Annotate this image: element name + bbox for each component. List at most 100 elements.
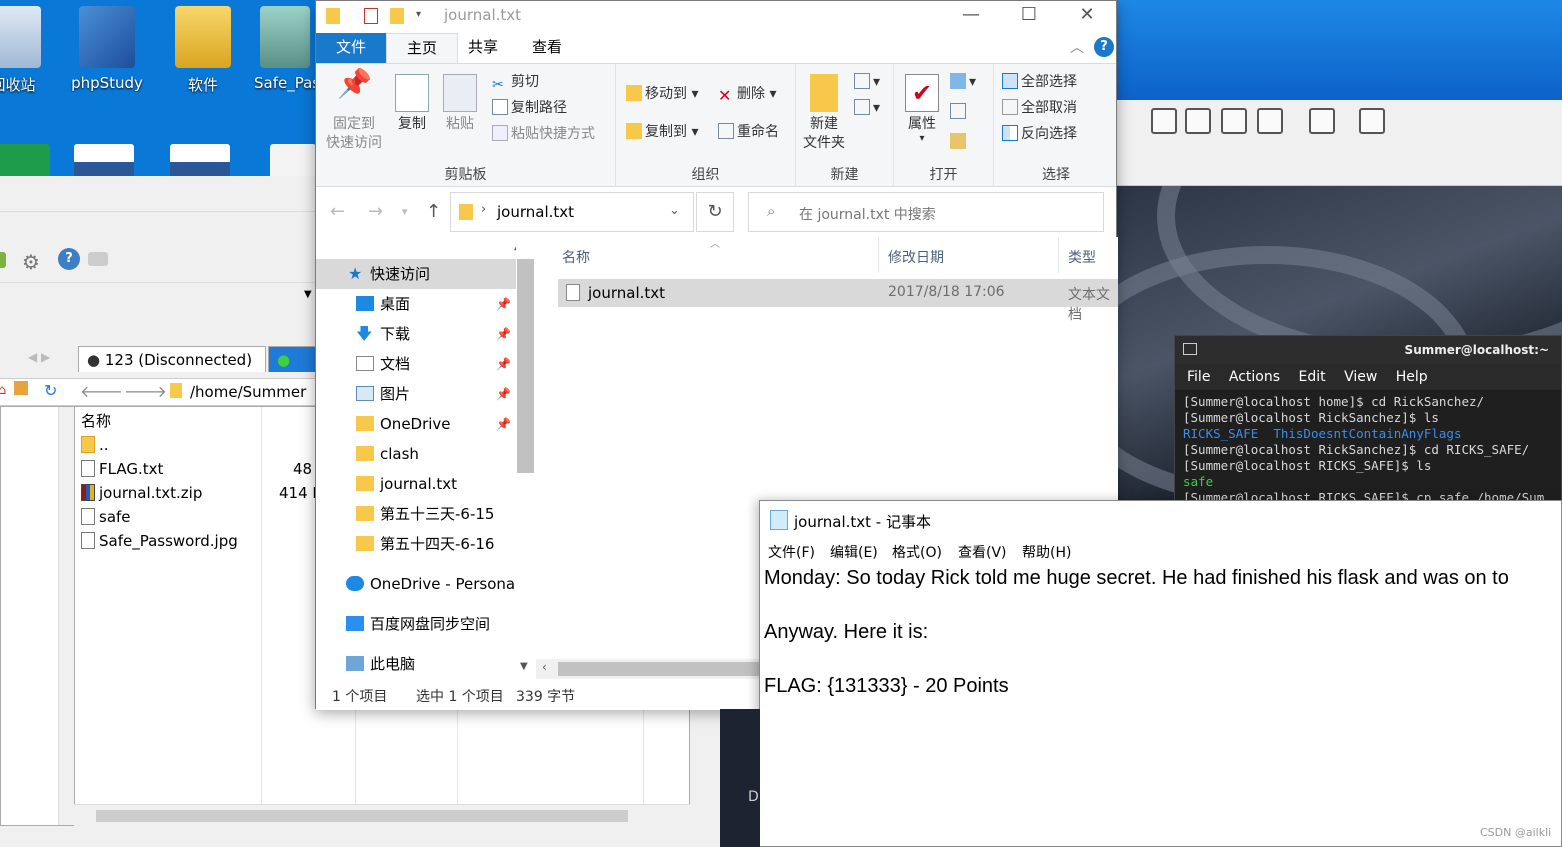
refresh-icon[interactable]: ↻ [44, 381, 57, 400]
table-row[interactable]: safe [81, 505, 131, 529]
tab-view[interactable]: 查看 [512, 33, 582, 63]
layout-bottom-icon[interactable] [1185, 108, 1211, 134]
nav-scrollbar[interactable]: ▼ [516, 237, 536, 679]
terminal-titlebar[interactable]: Summer@localhost:~ [1175, 336, 1561, 364]
forward-icon[interactable]: 🡒 [124, 381, 167, 401]
paste-button[interactable]: 粘贴 [440, 74, 480, 134]
move-to-button[interactable]: 移动到 ▾ [626, 82, 698, 106]
notepad-menu-view[interactable]: 查看(V) [958, 542, 1007, 562]
chevron-down-icon[interactable]: ▼ [304, 289, 312, 300]
new-folder-button[interactable]: 新建 文件夹 [800, 74, 848, 153]
folder-home-icon[interactable] [14, 381, 28, 395]
text-file-icon[interactable] [270, 144, 316, 176]
console-icon[interactable] [1309, 108, 1335, 134]
up-icon[interactable]: ↑ [426, 201, 441, 222]
desktop-icon-recycle-bin[interactable]: 回收站 [0, 0, 56, 100]
paste-shortcut-button[interactable]: 粘贴快捷方式 [492, 122, 595, 146]
table-row[interactable]: FLAG.txt 48 E [81, 457, 326, 481]
notepad-menu-format[interactable]: 格式(O) [892, 542, 942, 562]
table-row[interactable]: .. [81, 433, 109, 457]
notepad-menu-edit[interactable]: 编辑(E) [830, 542, 878, 562]
excel-file-icon[interactable] [0, 144, 50, 176]
scroll-left-icon[interactable]: ‹ [542, 660, 547, 674]
pin-icon[interactable]: 📌 [496, 319, 511, 349]
back-icon[interactable]: 🡐 [80, 381, 123, 401]
nav-onedrive-folder[interactable]: OneDrive 📌 [316, 409, 516, 439]
easy-access-button[interactable]: ▾ [854, 96, 880, 120]
stretch-icon[interactable] [1359, 108, 1385, 134]
delete-button[interactable]: ✕ 删除 ▾ [718, 82, 776, 106]
help-icon[interactable]: ? [58, 248, 80, 270]
chevron-down-icon[interactable]: ▾ [416, 9, 421, 20]
help-icon[interactable]: ? [1094, 37, 1114, 57]
column-header-modified[interactable]: 修改日期 [888, 247, 944, 267]
column-header-name[interactable]: 名称 [81, 409, 111, 433]
chevron-right-icon[interactable]: › [481, 202, 486, 217]
terminal-menu-edit[interactable]: Edit [1298, 369, 1325, 385]
pin-icon[interactable]: 📌 [496, 349, 511, 379]
table-row[interactable]: Safe_Password.jpg [81, 529, 238, 553]
notepad-menu-file[interactable]: 文件(F) [768, 542, 815, 562]
word-file-icon[interactable] [74, 144, 134, 176]
properties-button[interactable]: ✔ 属性 ▾ [902, 74, 942, 144]
pin-icon[interactable]: 📌 [496, 379, 511, 409]
pin-icon[interactable]: 📌 [496, 409, 511, 439]
refresh-button[interactable]: ↻ [696, 192, 734, 232]
gear-icon[interactable]: ⚙ [22, 250, 40, 274]
search-input[interactable]: ⌕ 在 journal.txt 中搜索 [748, 192, 1104, 232]
history-button[interactable] [950, 130, 969, 154]
nav-clash[interactable]: clash [316, 439, 516, 469]
terminal-menu-view[interactable]: View [1344, 369, 1377, 385]
cut-button[interactable]: ✂ 剪切 [492, 70, 539, 94]
xftp-tab-disconnected[interactable]: ● 123 (Disconnected) [78, 346, 266, 372]
xftp-tab-active[interactable]: ● 192 [268, 346, 316, 395]
pin-icon[interactable]: 📌 [496, 289, 511, 319]
nav-downloads[interactable]: 🡇 下载 📌 [316, 319, 516, 349]
copy-path-button[interactable]: 复制路径 [492, 96, 567, 120]
collapse-ribbon-icon[interactable]: ︿ [1070, 37, 1084, 57]
new-folder-qat-icon[interactable] [390, 8, 404, 24]
scrollbar-thumb[interactable] [558, 662, 778, 676]
edit-button[interactable] [950, 100, 969, 124]
copy-button[interactable]: 复制 [392, 74, 432, 134]
fullscreen-icon[interactable] [1221, 108, 1247, 134]
properties-qat-icon[interactable] [364, 8, 378, 24]
nav-pictures[interactable]: 图片 📌 [316, 379, 516, 409]
back-icon[interactable]: ← [330, 201, 345, 222]
terminal-menu-help[interactable]: Help [1396, 369, 1428, 385]
nav-documents[interactable]: 文档 📌 [316, 349, 516, 379]
nav-desktop[interactable]: 桌面 📌 [316, 289, 516, 319]
tab-scroll-arrows[interactable]: ◀ ▶ [28, 350, 50, 364]
address-bar[interactable]: › journal.txt ⌄ [450, 192, 694, 232]
nav-journal[interactable]: journal.txt [316, 469, 516, 499]
terminal-window[interactable]: Summer@localhost:~ File Actions Edit Vie… [1174, 335, 1562, 505]
nav-onedrive-personal[interactable]: OneDrive - Personal [316, 569, 519, 599]
word-file-icon[interactable] [170, 144, 230, 176]
desktop-icon-software[interactable]: 软件 [160, 0, 246, 100]
invert-selection-button[interactable]: 反向选择 [1002, 122, 1077, 146]
horizontal-scrollbar[interactable] [74, 804, 690, 826]
layout-sidebar-icon[interactable] [1151, 108, 1177, 134]
column-divider[interactable] [878, 237, 879, 273]
minimize-button[interactable]: — [942, 1, 1000, 31]
recent-locations-icon[interactable]: ▾ [402, 205, 408, 218]
nav-this-pc[interactable]: 此电脑 [316, 649, 516, 679]
tab-file[interactable]: 文件 [316, 33, 386, 63]
notepad-text-area[interactable]: Monday: So today Rick told me huge secre… [764, 565, 1560, 700]
desktop-icon-safe-password[interactable]: Safe_Pas [254, 0, 316, 100]
column-divider[interactable] [1058, 237, 1059, 273]
column-header-type[interactable]: 类型 [1068, 247, 1096, 267]
nav-quick-access[interactable]: ★ 快速访问 [316, 259, 516, 289]
column-header-name[interactable]: 名称 [562, 247, 590, 267]
copy-to-button[interactable]: 复制到 ▾ [626, 120, 698, 144]
maximize-button[interactable]: ☐ [1000, 1, 1058, 31]
rename-button[interactable]: 重命名 [718, 120, 779, 144]
close-button[interactable]: ✕ [1058, 1, 1116, 31]
scrollbar-thumb[interactable] [96, 810, 628, 822]
table-row[interactable]: journal.txt.zip 414 E [81, 481, 322, 505]
chat-icon[interactable] [88, 252, 108, 266]
tab-share[interactable]: 共享 [448, 33, 518, 63]
home-icon[interactable]: ⌂ [0, 383, 6, 398]
xftp-path[interactable]: /home/Summer [190, 383, 306, 401]
unity-icon[interactable] [1257, 108, 1283, 134]
